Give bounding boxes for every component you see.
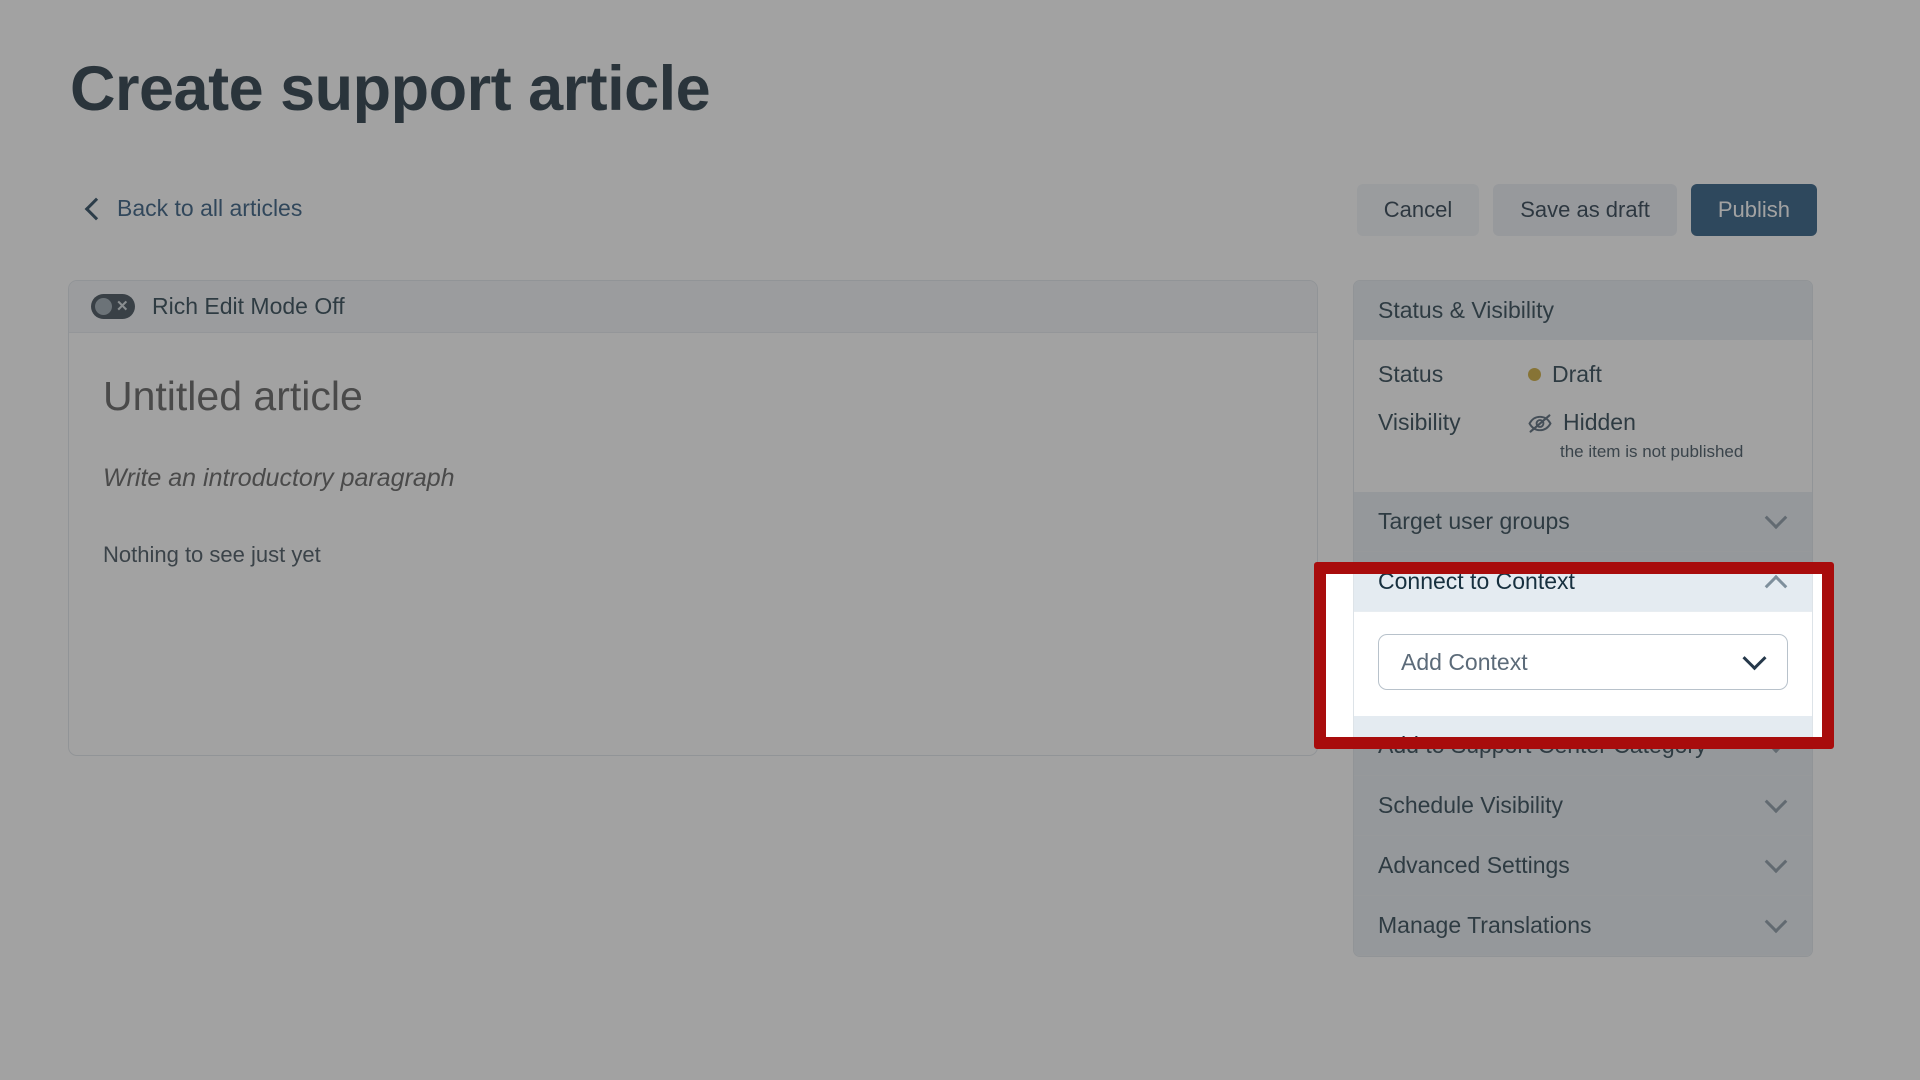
chevron-down-icon	[1764, 849, 1788, 873]
section-label: Advanced Settings	[1378, 852, 1570, 878]
visibility-row: Visibility Hidden the item is not publis…	[1378, 409, 1788, 462]
article-title-input[interactable]: Untitled article	[103, 373, 1317, 420]
spotlight-content: Status & Visibility Status Draft Visibil…	[1325, 573, 1823, 738]
eye-off-icon	[1528, 413, 1552, 433]
section-label: Add to Support Center Category	[1378, 732, 1707, 738]
article-editor-card: ✕ Rich Edit Mode Off Untitled article Wr…	[68, 280, 1318, 756]
editor-body[interactable]: Untitled article Write an introductory p…	[69, 333, 1317, 568]
page-root: Create support article Back to all artic…	[0, 0, 1920, 1080]
section-label: Schedule Visibility	[1378, 792, 1563, 818]
section-label: Connect to Context	[1378, 573, 1575, 594]
rich-edit-mode-label: Rich Edit Mode Off	[152, 293, 345, 319]
article-intro-input[interactable]: Write an introductory paragraph	[103, 464, 1317, 493]
chevron-down-icon	[1764, 789, 1788, 813]
status-label: Status	[1378, 361, 1444, 387]
back-link-label: Back to all articles	[117, 195, 303, 221]
sidebar-item-add-to-support-center-category-copy: Add to Support Center Category	[1354, 716, 1812, 738]
visibility-value-text: Hidden	[1563, 409, 1636, 435]
close-icon: ✕	[116, 298, 129, 315]
toggle-off-icon[interactable]: ✕	[91, 294, 135, 319]
add-context-value: Add Context	[1401, 648, 1528, 675]
sidebar-item-manage-translations[interactable]: Manage Translations	[1354, 896, 1812, 956]
chevron-up-icon	[1764, 574, 1788, 598]
add-context-dropdown-highlighted[interactable]: Add Context	[1378, 634, 1788, 690]
spotlight-region: Status & Visibility Status Draft Visibil…	[1325, 573, 1823, 738]
sidebar-item-connect-to-context-highlighted[interactable]: Connect to Context	[1354, 573, 1812, 612]
connect-to-context-body-highlighted: Add Context	[1354, 612, 1812, 716]
section-label: Status & Visibility	[1378, 297, 1554, 323]
chevron-down-icon	[1764, 505, 1788, 529]
settings-sidebar-spotlight: Status & Visibility Status Draft Visibil…	[1353, 573, 1813, 738]
status-dot-icon	[1528, 368, 1541, 381]
visibility-note: the item is not published	[1560, 442, 1744, 461]
chevron-down-icon	[1764, 909, 1788, 933]
page-title: Create support article	[70, 54, 711, 124]
header-actions: Cancel Save as draft Publish	[1356, 184, 1817, 237]
sidebar-item-advanced-settings[interactable]: Advanced Settings	[1354, 836, 1812, 896]
publish-button[interactable]: Publish	[1690, 184, 1817, 237]
article-body-input[interactable]: Nothing to see just yet	[103, 542, 1317, 568]
status-row: Status Draft	[1378, 361, 1788, 388]
chevron-down-icon	[1742, 645, 1767, 670]
visibility-value: Hidden	[1528, 409, 1636, 436]
section-label: Manage Translations	[1378, 912, 1592, 938]
chevron-down-icon	[1764, 729, 1788, 738]
back-to-all-articles-link[interactable]: Back to all articles	[84, 195, 303, 222]
status-value: Draft	[1528, 361, 1602, 388]
section-label: Target user groups	[1378, 508, 1570, 534]
save-as-draft-button[interactable]: Save as draft	[1493, 184, 1677, 237]
section-header-status-visibility[interactable]: Status & Visibility	[1354, 281, 1812, 341]
sidebar-item-target-user-groups[interactable]: Target user groups	[1354, 492, 1812, 552]
cancel-button[interactable]: Cancel	[1356, 184, 1480, 237]
toggle-knob	[95, 298, 112, 315]
chevron-left-icon	[84, 197, 108, 221]
status-value-text: Draft	[1552, 361, 1602, 387]
visibility-label: Visibility	[1378, 409, 1461, 435]
sidebar-item-schedule-visibility[interactable]: Schedule Visibility	[1354, 776, 1812, 836]
status-visibility-body: Status Draft Visibility Hidden the item …	[1354, 341, 1812, 492]
editor-toolbar: ✕ Rich Edit Mode Off	[69, 281, 1317, 333]
